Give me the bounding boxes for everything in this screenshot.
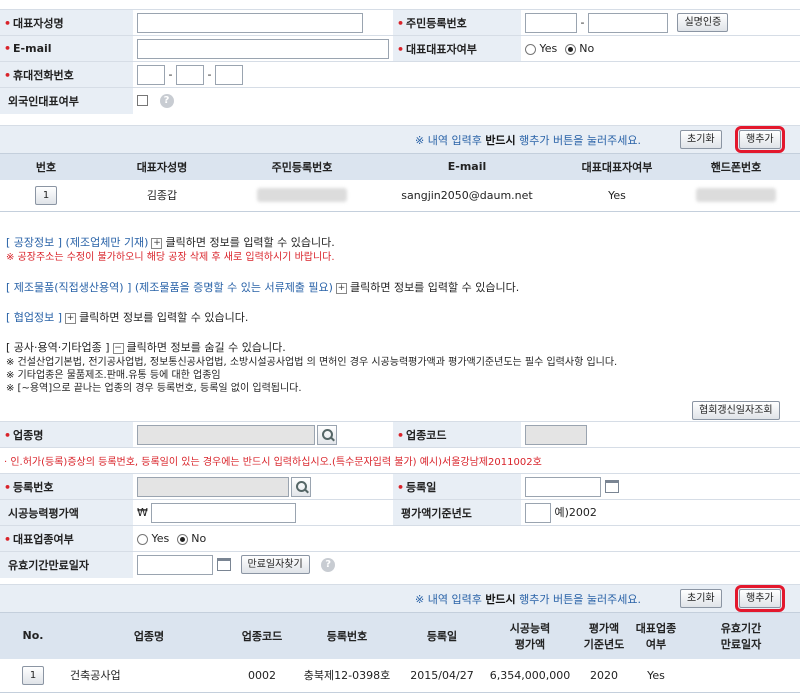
main-biz-no-radio[interactable] [176,533,188,545]
expire-label: 유효기간만료일자 [0,551,133,578]
col-header: 등록일 [402,612,482,659]
representative-form: • 대표자성명 • 주민등록번호 - 실명인증 • E-mail • 대표대표자여부 Y… [0,9,800,114]
col-header: 등록번호 [292,612,402,659]
reg-date-cell: 2015/04/27 [402,658,482,693]
col-header: 시공능력 평가액 [482,612,578,659]
coop-section[interactable]: [ 협업정보 ] + 클릭하면 정보를 입력할 수 있습니다. [6,309,248,325]
expand-icon[interactable]: + [335,282,347,294]
business-table: No. 업종명 업종코드 등록번호 등록일 시공능력 평가액 평가액 기준년도 … [0,612,800,693]
business-form: • 업종명 • 업종코드 · 인.허가(등록)증상의 등록번호, 등록일이 있는 경… [0,421,800,578]
expand-icon[interactable]: + [151,237,163,249]
biz-type-cell: 건축공사업 [66,658,232,693]
rep-name-input[interactable] [137,12,363,33]
representative-table: 번호 대표자성명 주민등록번호 E-mail 대표대표자여부 핸드폰번호 1 김… [0,153,800,212]
biz-code-cell: 0002 [232,658,292,693]
col-header: 유효기간 만료일자 [682,612,800,659]
rrn-label: • 주민등록번호 [393,9,521,36]
biz-note-3: ※ [~용역]으로 끝나는 업종의 경우 등록번호, 등록일 없이 입력됩니다. [6,383,302,394]
col-header: E-mail [372,153,562,180]
calendar-icon[interactable] [217,558,231,572]
search-icon[interactable] [291,476,311,497]
foreign-label: 외국인대표여부 [0,87,133,114]
year-label: 평가액기준년도 [393,499,521,526]
is-rep-yes-radio[interactable] [525,43,536,55]
rep-reset-button[interactable]: 초기화 [680,130,722,149]
biz-code-label: • 업종코드 [393,421,521,448]
capacity-cell: 6,354,000,000 [482,658,578,693]
reg-number-cell: 충북제12-0398호 [292,658,402,693]
biz-reset-button[interactable]: 초기화 [680,589,722,608]
table-row: 1 김종갑 sangjin2050@daum.net Yes [0,179,800,212]
rrn-first-input[interactable] [525,12,577,33]
year-input[interactable] [525,502,551,523]
factory-warning: ※ 공장주소는 수정이 불가하오니 해당 공장 삭제 후 새로 입력하시기 바랍… [6,252,335,263]
collapse-icon[interactable]: − [112,342,124,354]
help-icon[interactable]: ? [321,557,336,572]
col-header: 대표대표자여부 [562,153,672,180]
phone-part1-input[interactable] [137,64,165,85]
rep-add-row-button[interactable]: 행추가 [735,126,785,153]
col-header: 업종코드 [232,612,292,659]
expire-date-input[interactable] [137,554,213,575]
search-icon[interactable] [317,424,337,445]
main-biz-yes-radio[interactable] [137,533,148,545]
phone-part3-input[interactable] [214,64,243,85]
phone-part2-input[interactable] [175,64,204,85]
biz-type-input[interactable] [137,424,315,445]
biz-code-input[interactable] [525,424,587,445]
is-rep-no-radio[interactable] [564,43,576,55]
main-biz-cell: Yes [630,658,682,693]
is-rep-label: • 대표대표자여부 [393,35,521,62]
biz-warning: · 인.허가(등록)증상의 등록번호, 등록일이 있는 경우에는 반드시 입력하… [0,447,800,474]
assoc-renewal-lookup-button[interactable]: 협회갱신일자조회 [692,401,780,420]
biz-type-label: • 업종명 [0,421,133,448]
find-expire-date-button[interactable]: 만료일자찾기 [240,555,310,575]
rep-notice-text: ※ 내역 입력후 반드시 행추가 버튼을 눌러주세요. [415,134,641,147]
col-header: 대표자성명 [92,153,232,180]
email-input[interactable] [137,38,389,59]
capacity-label: 시공능력평가액 [0,499,133,526]
is-rep-cell: Yes [562,179,672,212]
col-header: 번호 [0,153,92,180]
foreign-checkbox[interactable] [137,95,148,107]
col-header: 업종명 [66,612,232,659]
rep-name-cell: 김종갑 [92,179,232,212]
col-header: 주민등록번호 [232,153,372,180]
col-header: 핸드폰번호 [672,153,800,180]
row-number-button[interactable]: 1 [22,665,44,685]
year-cell: 2020 [578,658,630,693]
expire-cell [682,658,800,693]
rep-name-label: • 대표자성명 [0,9,133,36]
col-header: 평가액 기준년도 [578,612,630,659]
phone-blurred [696,188,776,203]
email-cell: sangjin2050@daum.net [372,179,562,212]
rrn-second-input[interactable] [587,12,668,33]
col-header: 대표업종 여부 [630,612,682,659]
rrn-blurred [257,188,347,203]
reg-date-input[interactable] [525,476,601,497]
verify-name-button[interactable]: 실명인증 [677,13,729,32]
email-label: • E-mail [0,35,133,62]
col-header: No. [0,612,66,659]
table-row: 1 건축공사업 0002 충북제12-0398호 2015/04/27 6,35… [0,658,800,693]
expand-icon[interactable]: + [65,312,77,324]
calendar-icon[interactable] [605,480,619,493]
main-biz-label: • 대표업종여부 [0,525,133,552]
help-icon[interactable]: ? [159,93,174,108]
biz-notice-text: ※ 내역 입력후 반드시 행추가 버튼을 눌러주세요. [415,593,641,606]
biz-add-row-button[interactable]: 행추가 [735,585,785,612]
row-number-button[interactable]: 1 [35,185,57,205]
capacity-input[interactable] [151,502,297,523]
product-section[interactable]: [ 제조물품(직접생산용역) ] (제조물품을 증명할 수 있는 서류제출 필요… [6,279,519,295]
reg-number-label: • 등록번호 [0,473,133,500]
phone-label: • 휴대전화번호 [0,61,133,88]
reg-number-input[interactable] [137,476,289,497]
reg-date-label: • 등록일 [393,473,521,500]
